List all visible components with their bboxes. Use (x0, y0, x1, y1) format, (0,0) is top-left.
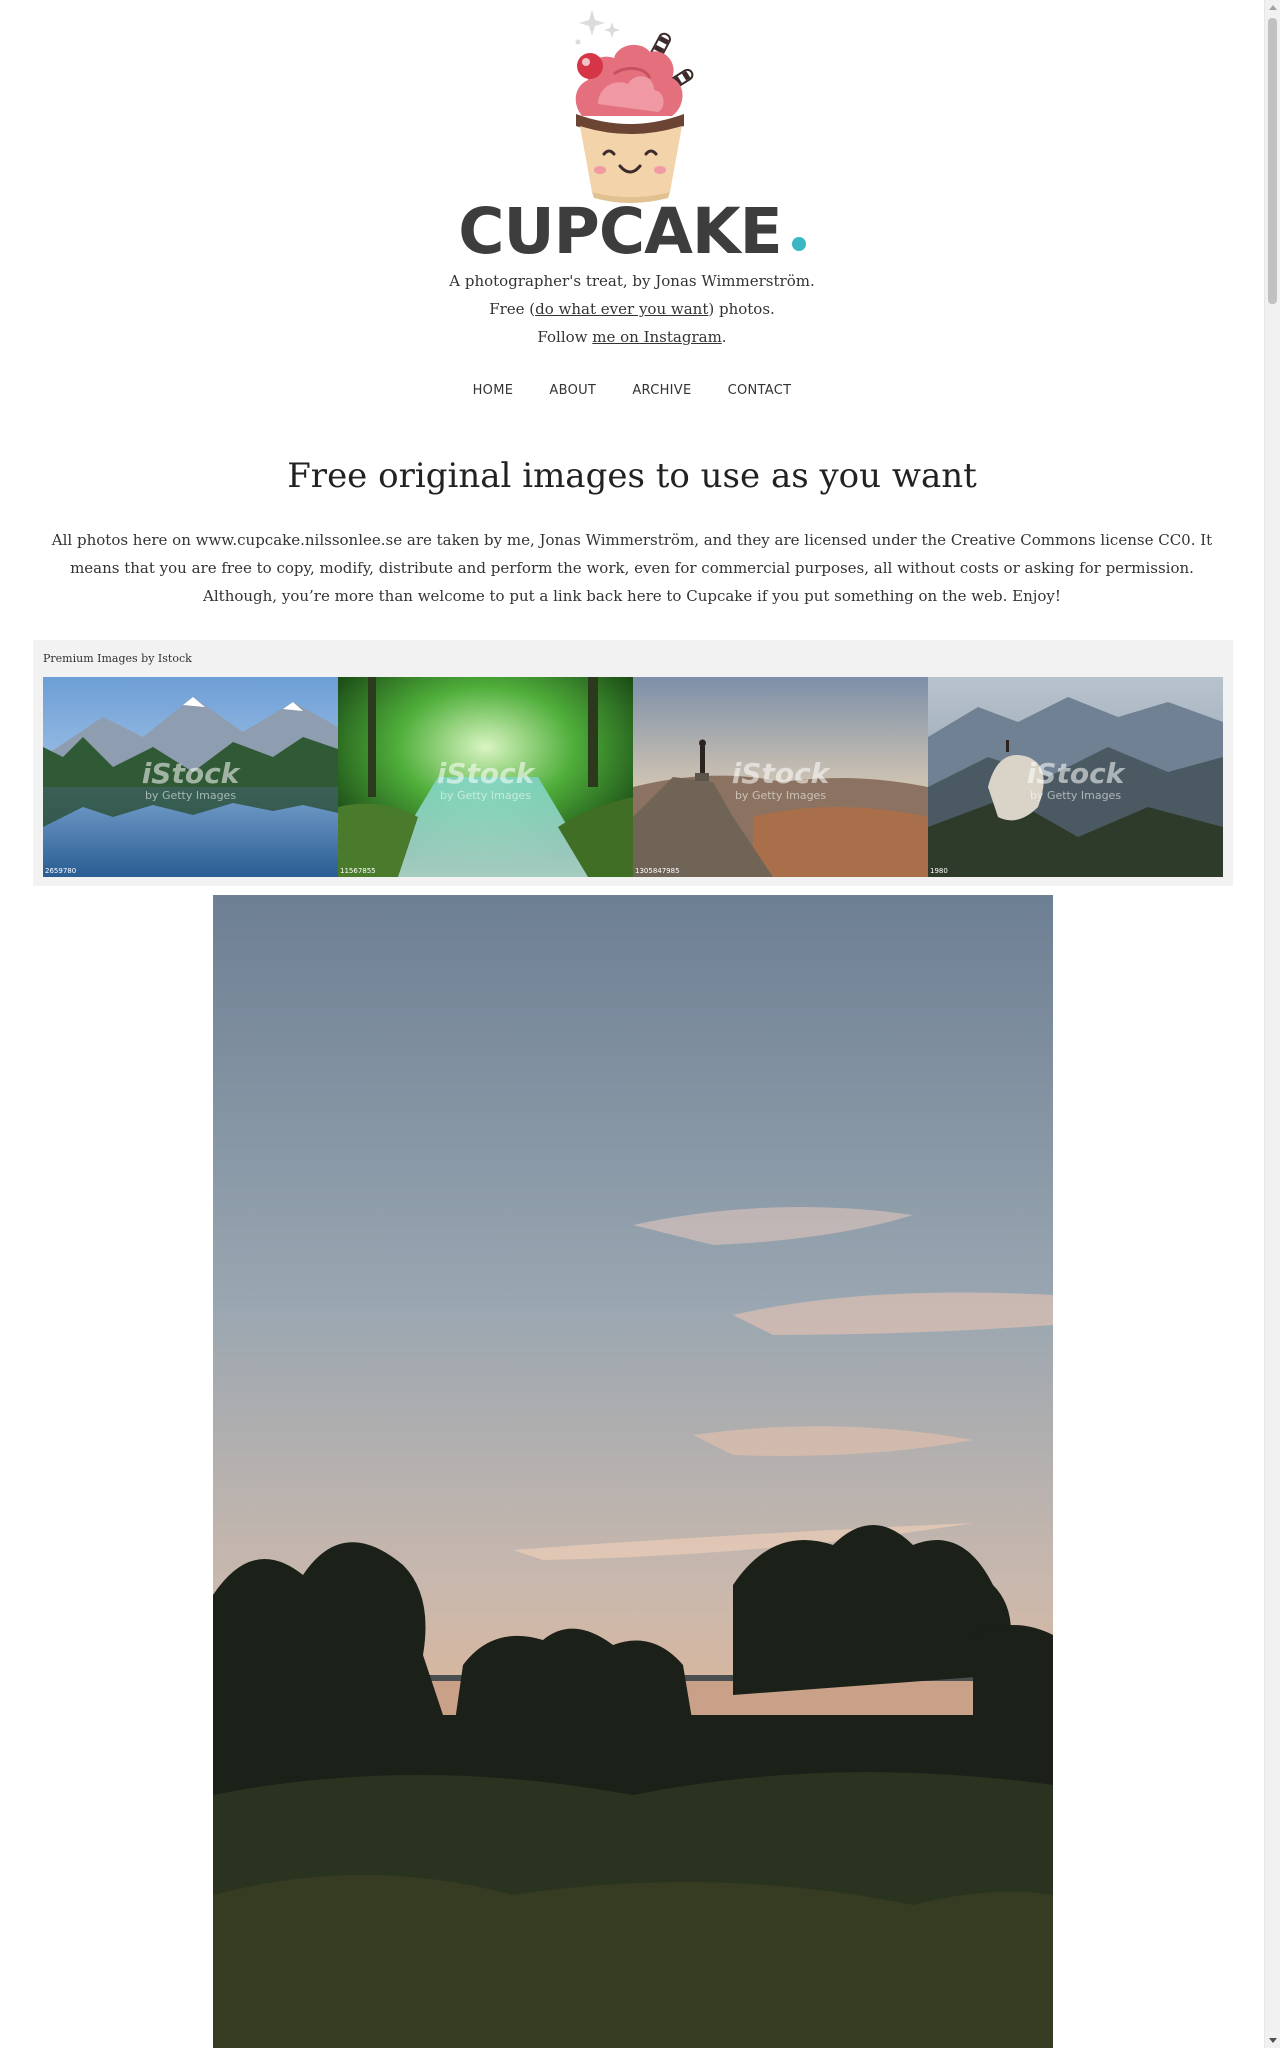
istock-watermark: iStock (1026, 757, 1125, 790)
istock-watermark-sub: by Getty Images (734, 789, 827, 802)
page-scrollbar[interactable] (1264, 0, 1280, 2048)
istock-image-mountain-lake[interactable]: iStock by Getty Images 2659780 (43, 677, 338, 877)
tagline-license-prefix: Free ( (489, 300, 536, 318)
sunset-lake-photo (213, 895, 1053, 2048)
tagline-license-suffix: ) photos. (708, 300, 775, 318)
istock-watermark: iStock (731, 757, 830, 790)
istock-image-hiker-on-rock[interactable]: iStock by Getty Images 1305847985 (633, 677, 928, 877)
istock-watermark-sub: by Getty Images (144, 789, 237, 802)
nav-item-contact[interactable]: CONTACT (728, 383, 792, 398)
license-link[interactable]: do what ever you want (535, 300, 708, 318)
scroll-down-icon[interactable] (1269, 2038, 1277, 2043)
site-title-text[interactable]: CUPCAKE (458, 195, 782, 268)
istock-image-id: 2659780 (45, 867, 77, 875)
page: CUPCAKE A photographer's treat, by Jonas… (0, 0, 1264, 2048)
page-headline: Free original images to use as you want (287, 456, 977, 496)
instagram-link[interactable]: me on Instagram (592, 328, 722, 346)
nav-item-archive[interactable]: ARCHIVE (632, 383, 691, 398)
tagline-follow-prefix: Follow (537, 328, 593, 346)
scroll-up-icon[interactable] (1269, 5, 1277, 10)
scrollbar-thumb[interactable] (1268, 18, 1277, 304)
brand-dot-icon (791, 237, 806, 251)
istock-watermark: iStock (436, 757, 535, 790)
istock-image-id: 11567855 (340, 867, 376, 875)
tagline-author: A photographer's treat, by Jonas Wimmers… (449, 272, 815, 290)
istock-label: Premium Images by Istock (43, 652, 192, 665)
featured-photo[interactable] (213, 895, 1053, 2048)
istock-watermark-sub: by Getty Images (439, 789, 532, 802)
nav-item-about[interactable]: ABOUT (549, 383, 596, 398)
istock-image-id: 1980 (930, 867, 948, 875)
nav-item-home[interactable]: HOME (473, 383, 514, 398)
istock-panel: Premium Images by Istock iStock by Getty… (33, 640, 1233, 886)
cupcake-icon[interactable] (554, 8, 734, 203)
istock-image-id: 1305847985 (635, 867, 680, 875)
tagline-follow: Follow me on Instagram. (0, 327, 1264, 347)
istock-watermark: iStock (141, 757, 240, 790)
istock-image-forest-stream[interactable]: iStock by Getty Images 11567855 (338, 677, 633, 877)
tagline-license: Free (do what ever you want) photos. (0, 299, 1264, 319)
istock-image-mountain-peak[interactable]: iStock by Getty Images 1980 (928, 677, 1223, 877)
main-nav: HOME ABOUT ARCHIVE CONTACT (0, 383, 1264, 405)
site-title[interactable]: CUPCAKE (0, 192, 1264, 272)
istock-watermark-sub: by Getty Images (1029, 789, 1122, 802)
tagline-follow-suffix: . (721, 328, 727, 346)
intro-text: All photos here on www.cupcake.nilssonle… (51, 531, 1213, 605)
